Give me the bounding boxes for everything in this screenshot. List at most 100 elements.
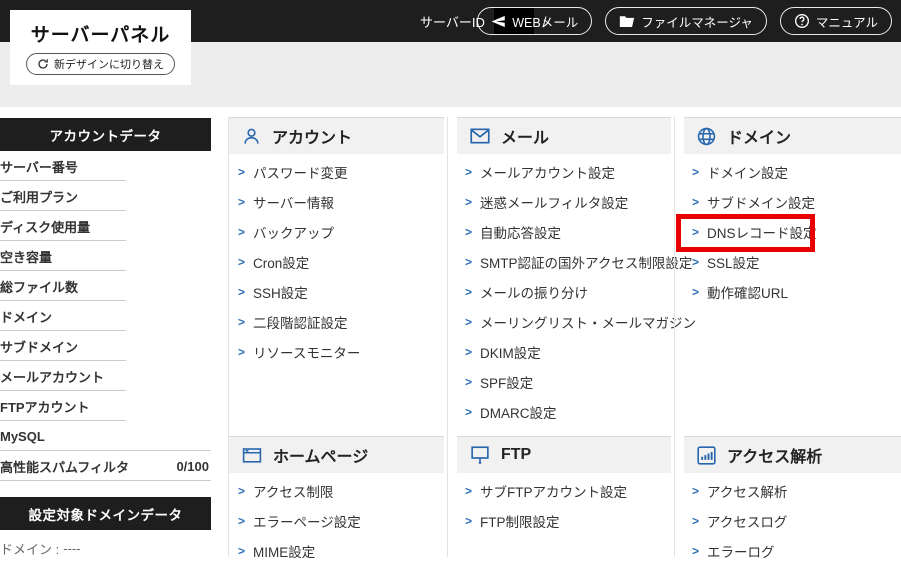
sidebar-account-data-header: アカウントデータ (0, 118, 211, 151)
menu-link-label: 自動応答設定 (480, 222, 561, 242)
sidebar-item: ご利用プラン (0, 181, 211, 211)
chevron-right-icon (692, 163, 699, 181)
file-manager-button-label: ファイルマネージャ (641, 12, 753, 31)
sidebar-item-label: メールアカウント (0, 367, 104, 386)
sidebar-item: 高性能スパムフィルタ 0/100 (0, 451, 211, 481)
menu-link-account-6[interactable]: リソースモニター (238, 337, 447, 367)
sidebar-item: サブドメイン (0, 331, 211, 361)
menu-link-label: サブドメイン設定 (707, 192, 815, 212)
manual-button-label: マニュアル (816, 12, 878, 31)
menu-link-domain-3[interactable]: SSL設定 (692, 247, 901, 277)
chevron-right-icon (465, 343, 472, 361)
menu-link-account-3[interactable]: Cron設定 (238, 247, 447, 277)
menu-link-ftp-1[interactable]: FTP制限設定 (465, 506, 674, 536)
menu-link-label: SSH設定 (253, 282, 308, 302)
menu-link-mail-4[interactable]: メールの振り分け (465, 277, 674, 307)
sidebar-item: サーバー番号 (0, 151, 211, 181)
menu-link-domain-0[interactable]: ドメイン設定 (692, 157, 901, 187)
menu-link-homepage-1[interactable]: エラーページ設定 (238, 506, 447, 536)
menu-link-mail-1[interactable]: 迷惑メールフィルタ設定 (465, 187, 674, 217)
menu-link-domain-1[interactable]: サブドメイン設定 (692, 187, 901, 217)
logo-box: サーバーパネル 新デザインに切り替え (10, 10, 191, 85)
menu-link-mail-3[interactable]: SMTP認証の国外アクセス制限設定 (465, 247, 674, 277)
menu-link-label: 動作確認URL (707, 282, 788, 302)
menu-link-label: メールの振り分け (480, 282, 588, 302)
manual-button[interactable]: マニュアル (780, 7, 892, 35)
sidebar-item-label: FTPアカウント (0, 397, 90, 416)
menu-link-ftp-0[interactable]: サブFTPアカウント設定 (465, 476, 674, 506)
menu-link-mail-7[interactable]: SPF設定 (465, 367, 674, 397)
menu-link-access-2[interactable]: エラーログ (692, 536, 901, 566)
globe-icon (697, 127, 716, 146)
section-links: アクセス制限エラーページ設定MIME設定 (229, 473, 447, 566)
sidebar-item: メールアカウント (0, 361, 211, 391)
chevron-right-icon (692, 193, 699, 211)
menu-link-mail-8[interactable]: DMARC設定 (465, 397, 674, 427)
menu-link-mail-5[interactable]: メーリングリスト・メールマガジン (465, 307, 674, 337)
menu-link-account-4[interactable]: SSH設定 (238, 277, 447, 307)
refresh-icon (37, 58, 49, 70)
main-content: アカウントパスワード変更サーバー情報バックアップ Cron設定 SSH設定二段階認証… (228, 117, 901, 557)
section-title: FTP (501, 446, 531, 464)
sidebar-item-label: 高性能スパムフィルタ (0, 457, 129, 476)
chevron-right-icon (238, 343, 245, 361)
chevron-right-icon (238, 542, 245, 560)
folder-icon (619, 15, 635, 28)
menu-link-label: Cron設定 (253, 252, 309, 272)
menu-link-access-1[interactable]: アクセスログ (692, 506, 901, 536)
menu-link-label: SSL設定 (707, 252, 760, 272)
menu-link-account-0[interactable]: パスワード変更 (238, 157, 447, 187)
server-id-label: サーバーID (420, 12, 485, 31)
chevron-right-icon (238, 253, 245, 271)
section-links: パスワード変更サーバー情報バックアップ Cron設定 SSH設定二段階認証設定リソー… (229, 154, 447, 367)
menu-link-mail-0[interactable]: メールアカウント設定 (465, 157, 674, 187)
chevron-right-icon (465, 482, 472, 500)
chevron-right-icon (238, 223, 245, 241)
switch-design-label: 新デザインに切り替え (54, 56, 164, 72)
sidebar-item-value: 0/100 (176, 459, 209, 474)
sidebar-item-label: ディスク使用量 (0, 217, 90, 236)
menu-link-homepage-2[interactable]: MIME設定 (238, 536, 447, 566)
menu-link-domain-4[interactable]: 動作確認URL (692, 277, 901, 307)
chevron-right-icon (238, 313, 245, 331)
chevron-right-icon (465, 373, 472, 391)
menu-link-label: リソースモニター (253, 342, 360, 362)
menu-link-label: アクセス解析 (707, 481, 787, 501)
menu-link-account-2[interactable]: バックアップ (238, 217, 447, 247)
menu-link-account-5[interactable]: 二段階認証設定 (238, 307, 447, 337)
menu-link-access-0[interactable]: アクセス解析 (692, 476, 901, 506)
sidebar-target-domain-header: 設定対象ドメインデータ (0, 497, 211, 530)
menu-link-label: DNSレコード設定 (707, 222, 817, 242)
section-title: アカウント (272, 124, 352, 148)
chevron-right-icon (692, 482, 699, 500)
sidebar-item-label: 空き容量 (0, 247, 52, 266)
menu-link-domain-2[interactable]: DNSレコード設定 (692, 217, 901, 247)
section-access: アクセス解析アクセス解析アクセスログエラーログ (675, 436, 901, 566)
sidebar-target-domain-title: 設定対象ドメインデータ (29, 504, 183, 524)
menu-link-homepage-0[interactable]: アクセス制限 (238, 476, 447, 506)
file-manager-button[interactable]: ファイルマネージャ (605, 7, 767, 35)
section-ftp: FTP サブFTPアカウント設定FTP制限設定 (448, 436, 674, 536)
sidebar-item-label: サブドメイン (0, 337, 78, 356)
section-header-domain: ドメイン (684, 117, 901, 154)
webmail-button[interactable]: WEBメール (477, 7, 592, 35)
menu-link-mail-6[interactable]: DKIM設定 (465, 337, 674, 367)
menu-link-mail-2[interactable]: 自動応答設定 (465, 217, 674, 247)
chevron-right-icon (692, 223, 699, 241)
browser-icon (242, 447, 262, 463)
switch-design-button[interactable]: 新デザインに切り替え (26, 53, 175, 75)
sidebar-item-label: ドメイン (0, 307, 52, 326)
chevron-right-icon (692, 253, 699, 271)
section-links: アクセス解析アクセスログエラーログ (675, 473, 901, 566)
menu-link-label: SMTP認証の国外アクセス制限設定 (480, 252, 692, 272)
mail-icon (470, 128, 490, 144)
sidebar: アカウントデータ サーバー番号ご利用プランディスク使用量空き容量総ファイル数ドメ… (0, 118, 211, 563)
menu-link-account-1[interactable]: サーバー情報 (238, 187, 447, 217)
sidebar-item-label: MySQL (0, 429, 45, 444)
section-header-account: アカウント (229, 117, 444, 154)
monitor-icon (470, 446, 490, 465)
menu-link-label: エラーログ (707, 541, 775, 561)
chevron-right-icon (238, 512, 245, 530)
sidebar-item-label: ご利用プラン (0, 187, 78, 206)
chevron-right-icon (465, 283, 472, 301)
